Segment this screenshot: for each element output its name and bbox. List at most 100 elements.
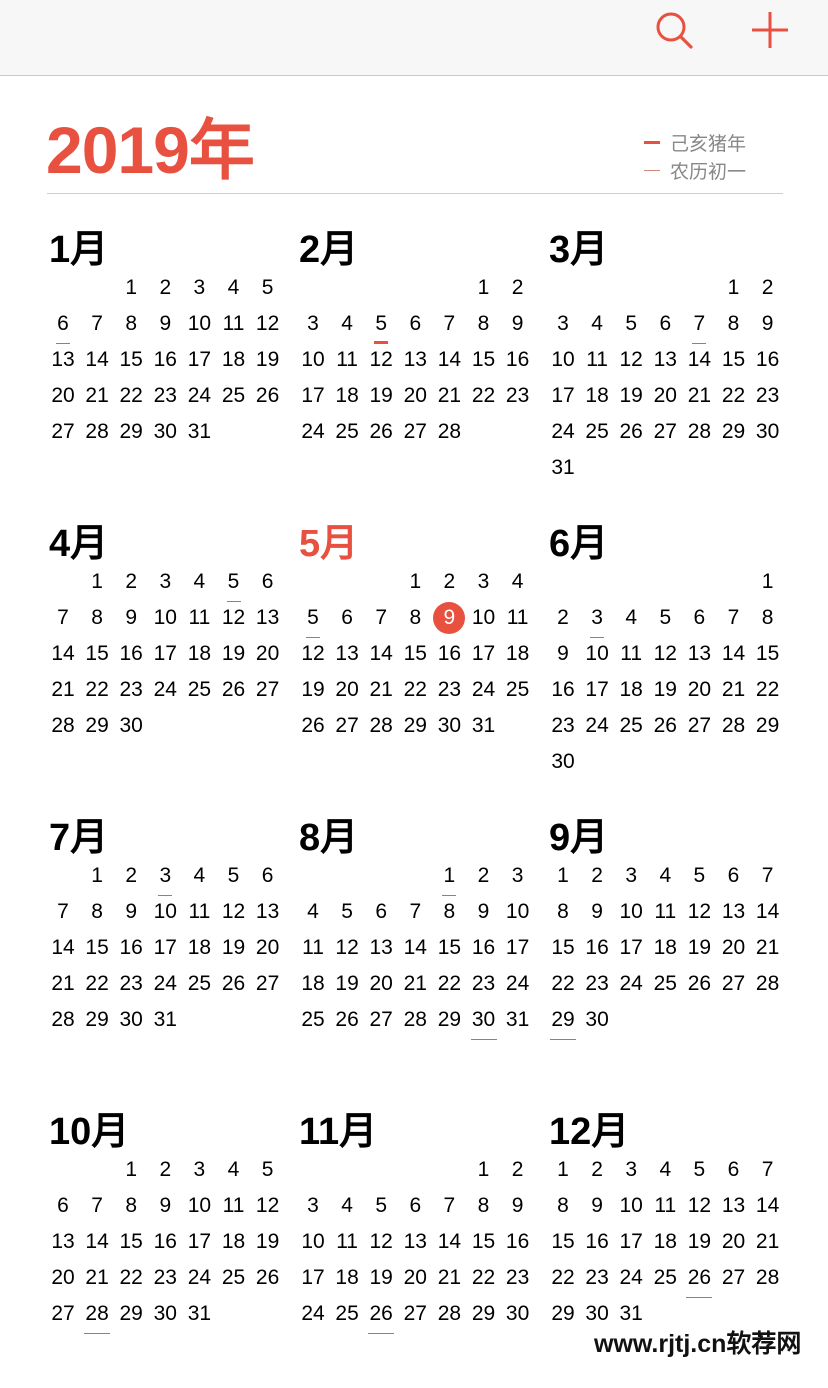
day-cell[interactable]: 10 [182,306,216,342]
day-cell[interactable]: 26 [251,1260,285,1296]
day-cell[interactable]: 22 [80,672,114,708]
day-cell[interactable]: 17 [182,1224,216,1260]
day-cell[interactable]: 17 [148,636,182,672]
day-cell[interactable]: 15 [114,342,148,378]
day-cell[interactable]: 2 [467,858,501,894]
day-cell[interactable]: 14 [432,1224,466,1260]
day-cell[interactable]: 6 [364,894,398,930]
day-cell[interactable]: 14 [80,342,114,378]
day-cell[interactable]: 15 [114,1224,148,1260]
day-cell[interactable]: 12 [330,930,364,966]
day-cell[interactable]: 15 [467,342,501,378]
month-11[interactable]: 11月 1 2 3 4 5 6 7 8 9 10 11 12 13 14 15 16 17 18 19 20 21 22 23… [299,1110,539,1370]
day-cell[interactable]: 13 [682,636,716,672]
day-cell[interactable]: 17 [580,672,614,708]
day-cell[interactable]: 14 [46,930,80,966]
day-cell[interactable]: 7 [682,306,716,344]
month-7[interactable]: 7月 1 2 3 4 5 6 7 8 9 10 11 12 13 14 15 16 17 18 19 20 21 22 23 2… [49,816,289,1076]
day-cell[interactable]: 13 [398,342,432,378]
day-cell[interactable]: 3 [614,858,648,894]
day-cell[interactable]: 30 [148,1296,182,1332]
day-cell[interactable]: 28 [398,1002,432,1038]
month-1[interactable]: 1月 1 2 3 4 5 6 7 8 9 10 11 12 13 14 15 16 17 18 19 20 21 22 23 2… [49,228,289,488]
day-cell[interactable]: 7 [751,858,785,894]
day-cell[interactable]: 26 [217,966,251,1002]
day-cell[interactable]: 4 [217,270,251,306]
day-cell[interactable]: 14 [751,1188,785,1224]
day-cell[interactable]: 19 [217,930,251,966]
day-cell[interactable]: 8 [80,600,114,636]
day-cell[interactable]: 5 [251,270,285,306]
day-cell[interactable]: 8 [432,894,466,930]
day-cell[interactable]: 26 [296,708,330,744]
day-cell[interactable]: 17 [614,930,648,966]
day-cell[interactable]: 28 [432,1296,466,1332]
day-cell[interactable]: 28 [80,1296,114,1334]
day-cell[interactable]: 3 [546,306,580,342]
day-cell[interactable]: 18 [330,378,364,414]
day-cell[interactable]: 23 [501,378,535,414]
day-cell[interactable]: 3 [580,600,614,638]
day-cell[interactable]: 16 [580,1224,614,1260]
day-cell[interactable]: 21 [682,378,716,414]
day-cell[interactable]: 16 [114,930,148,966]
day-cell[interactable]: 14 [364,636,398,672]
day-cell[interactable]: 15 [546,930,580,966]
day-cell[interactable]: 20 [398,1260,432,1296]
day-cell[interactable]: 18 [217,1224,251,1260]
day-cell[interactable]: 2 [148,1152,182,1188]
day-cell[interactable]: 23 [751,378,785,414]
day-cell[interactable]: 8 [751,600,785,636]
day-cell[interactable]: 12 [217,894,251,930]
day-cell[interactable]: 25 [217,1260,251,1296]
day-cell[interactable]: 18 [580,378,614,414]
day-cell[interactable]: 22 [432,966,466,1002]
day-cell[interactable]: 2 [114,564,148,600]
day-cell[interactable]: 13 [648,342,682,378]
day-cell[interactable]: 17 [546,378,580,414]
day-cell[interactable]: 27 [330,708,364,744]
day-cell[interactable]: 18 [648,930,682,966]
day-cell[interactable]: 1 [80,858,114,894]
day-cell[interactable]: 21 [80,1260,114,1296]
day-cell[interactable]: 2 [114,858,148,894]
day-cell[interactable]: 11 [648,894,682,930]
day-cell[interactable]: 3 [182,1152,216,1188]
day-cell[interactable]: 14 [46,636,80,672]
day-cell[interactable]: 7 [46,600,80,636]
day-cell[interactable]: 1 [467,1152,501,1188]
day-cell[interactable]: 31 [546,450,580,486]
day-cell[interactable]: 1 [114,270,148,306]
day-cell[interactable]: 28 [432,414,466,450]
day-cell[interactable]: 21 [80,378,114,414]
day-cell[interactable]: 9 [501,1188,535,1224]
day-cell[interactable]: 11 [501,600,535,636]
day-cell[interactable]: 31 [148,1002,182,1038]
day-cell[interactable]: 8 [114,1188,148,1224]
day-cell[interactable]: 23 [148,1260,182,1296]
day-cell[interactable]: 22 [467,378,501,414]
day-cell[interactable]: 23 [546,708,580,744]
day-cell[interactable]: 19 [648,672,682,708]
day-cell[interactable]: 1 [467,270,501,306]
day-cell[interactable]: 2 [432,564,466,600]
day-cell[interactable]: 1 [546,1152,580,1188]
day-cell[interactable]: 27 [46,1296,80,1332]
day-cell[interactable]: 27 [251,672,285,708]
month-8[interactable]: 8月 1 2 3 4 5 6 7 8 9 10 11 12 13 14 15 16 17 18 19 20 21 22 23 2… [299,816,539,1076]
month-10[interactable]: 10月 1 2 3 4 5 6 7 8 9 10 11 12 13 14 15 16 17 18 19 20 21 22 23… [49,1110,289,1370]
day-cell[interactable]: 13 [46,1224,80,1260]
day-cell[interactable]: 17 [182,342,216,378]
day-cell[interactable]: 19 [251,1224,285,1260]
day-cell[interactable]: 28 [80,414,114,450]
day-cell[interactable]: 28 [717,708,751,744]
search-button[interactable] [652,8,696,52]
day-cell[interactable]: 29 [80,1002,114,1038]
day-cell[interactable]: 3 [467,564,501,600]
day-cell[interactable]: 25 [648,1260,682,1296]
day-cell[interactable]: 14 [682,342,716,378]
month-2[interactable]: 2月 1 2 3 4 5 6 7 8 9 10 11 12 13 14 15 16 17 18 19 20 21 22 23 2… [299,228,539,488]
day-cell[interactable]: 27 [46,414,80,450]
day-cell[interactable]: 9 [501,306,535,342]
day-cell[interactable]: 13 [717,1188,751,1224]
